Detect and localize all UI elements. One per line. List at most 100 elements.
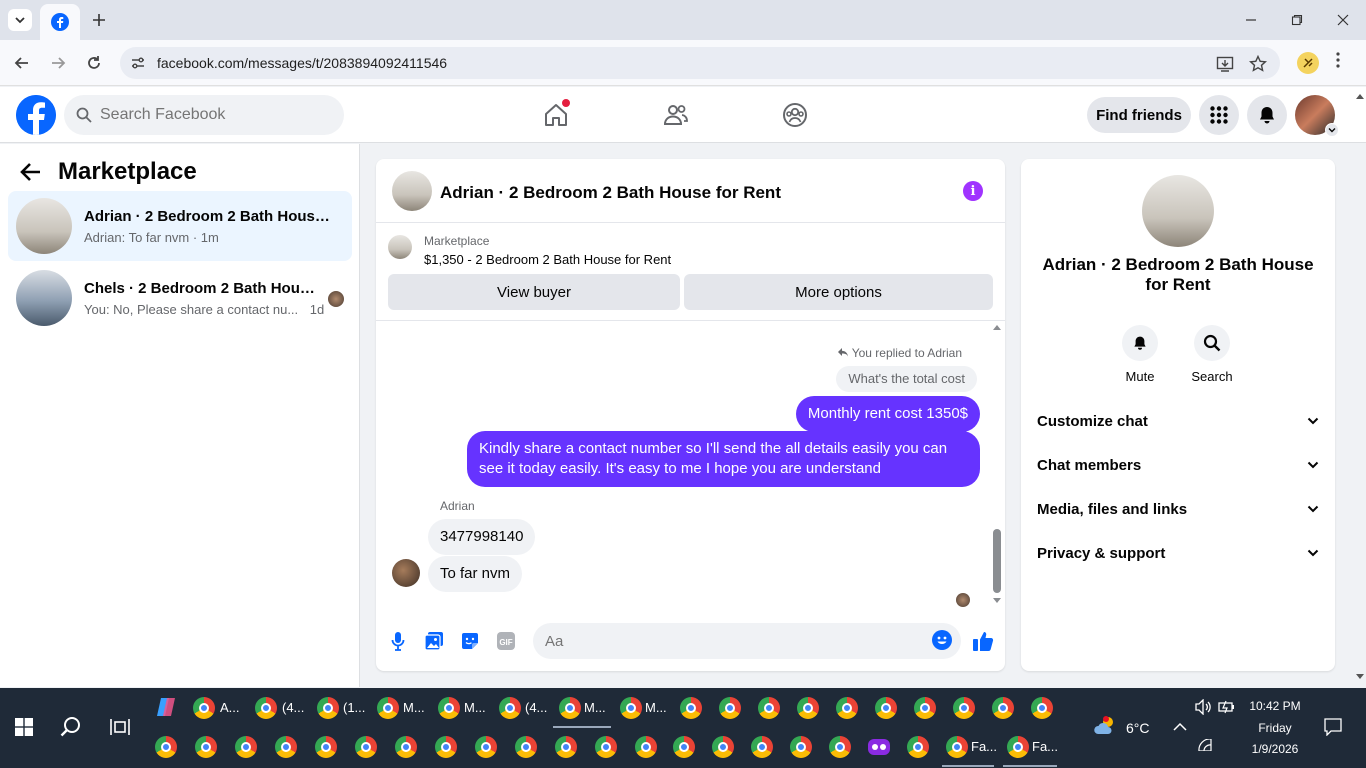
browser-tab-facebook[interactable] [40,4,80,40]
info-icon[interactable]: i [963,181,983,201]
clock-time[interactable]: 10:42 PM [1240,699,1310,713]
chrome-window-icon[interactable] [992,697,1014,719]
chat-listing-thumbnail[interactable] [392,171,432,211]
chrome-window-icon[interactable] [195,736,217,758]
search-in-conversation-button[interactable]: Search [1180,325,1244,384]
install-app-icon[interactable] [1216,55,1234,73]
taskbar-app-label[interactable]: (4... [282,700,304,715]
message-scrollbar[interactable] [991,325,1002,605]
chrome-window-icon[interactable] [438,697,460,719]
volume-icon[interactable] [1195,699,1213,715]
chevron-up-icon[interactable] [1173,722,1187,732]
media-files-links-row[interactable]: Media, files and links [1037,489,1319,529]
battery-icon[interactable] [1218,699,1236,715]
home-nav-button[interactable] [540,99,572,131]
incoming-message[interactable]: To far nvm [428,556,523,592]
chrome-window-icon[interactable] [719,697,741,719]
chrome-window-icon[interactable] [875,697,897,719]
chrome-window-icon[interactable] [620,697,642,719]
notification-center-icon[interactable] [1324,718,1342,736]
friends-nav-button[interactable] [660,99,692,131]
more-options-button[interactable]: More options [684,274,993,310]
chrome-window-icon[interactable] [255,697,277,719]
chrome-window-icon[interactable] [317,697,339,719]
scroll-up-icon[interactable] [992,323,1002,331]
facebook-search-input[interactable] [100,106,320,124]
chrome-window-icon[interactable] [836,697,858,719]
chrome-window-icon[interactable] [395,736,417,758]
chrome-window-icon[interactable] [829,736,851,758]
chrome-window-icon[interactable] [355,736,377,758]
taskbar-app-label[interactable]: Fa... [971,739,997,754]
chrome-window-icon[interactable] [673,736,695,758]
back-button[interactable] [10,51,34,75]
mute-button[interactable]: Mute [1108,325,1172,384]
chat-members-row[interactable]: Chat members [1037,445,1319,485]
chrome-window-icon[interactable] [953,697,975,719]
windows-start-icon[interactable] [15,718,33,736]
weather-icon[interactable] [1094,716,1118,736]
quoted-message[interactable]: What's the total cost [836,366,977,392]
back-arrow-icon[interactable] [20,162,42,182]
conversation-item-adrian[interactable]: Adrian · 2 Bedroom 2 Bath House for Rent… [8,191,352,261]
chrome-window-icon[interactable] [907,736,929,758]
chat-title[interactable]: Adrian · 2 Bedroom 2 Bath House for Rent [440,183,781,203]
weather-temperature[interactable]: 6°C [1126,720,1150,736]
chrome-window-icon[interactable] [680,697,702,719]
menu-grid-button[interactable] [1199,95,1239,135]
chrome-window-icon[interactable] [914,697,936,719]
chrome-window-icon[interactable] [595,736,617,758]
chrome-window-icon-active[interactable] [559,697,581,719]
like-button[interactable] [972,630,994,652]
reload-button[interactable] [82,51,106,75]
mask-app-icon[interactable] [868,737,890,757]
scroll-up-icon[interactable] [1355,92,1365,100]
outgoing-message[interactable]: Kindly share a contact number so I'll se… [467,431,980,487]
chrome-window-icon[interactable] [1031,697,1053,719]
address-bar[interactable]: facebook.com/messages/t/2083894092411546 [120,47,1280,79]
task-view-icon[interactable] [110,718,130,736]
chrome-window-icon[interactable] [377,697,399,719]
scroll-down-icon[interactable] [992,597,1002,605]
taskbar-app-label[interactable]: A... [220,700,240,715]
facebook-logo-icon[interactable] [16,95,56,135]
chrome-window-icon[interactable] [315,736,337,758]
find-friends-button[interactable]: Find friends [1087,97,1191,133]
chrome-window-icon[interactable] [712,736,734,758]
chrome-window-icon[interactable] [751,736,773,758]
conversation-item-chels[interactable]: Chels · 2 Bedroom 2 Bath House for Rent … [8,263,352,333]
sticker-button[interactable] [459,630,481,652]
copilot-icon[interactable] [155,696,177,718]
customize-chat-row[interactable]: Customize chat [1037,401,1319,441]
chrome-window-icon[interactable] [193,697,215,719]
network-icon[interactable] [1198,739,1212,751]
taskbar-search-icon[interactable] [60,716,82,738]
chrome-window-icon[interactable] [758,697,780,719]
close-window-button[interactable] [1333,10,1353,30]
emoji-icon[interactable] [932,630,952,650]
privacy-support-row[interactable]: Privacy & support [1037,533,1319,573]
groups-nav-button[interactable] [779,99,811,131]
url-text[interactable]: facebook.com/messages/t/2083894092411546 [157,55,447,71]
voice-clip-button[interactable] [387,630,409,652]
taskbar-app-label[interactable]: Fa... [1032,739,1058,754]
notifications-button[interactable] [1247,95,1287,135]
taskbar-app-label[interactable]: M... [403,700,425,715]
chrome-window-icon[interactable] [946,736,968,758]
bookmark-star-icon[interactable] [1249,55,1267,73]
facebook-search-box[interactable] [64,95,344,135]
scrollbar-thumb[interactable] [993,529,1001,593]
taskbar-app-label[interactable]: (1... [343,700,365,715]
browser-menu-button[interactable] [1336,52,1340,72]
sender-avatar[interactable] [392,559,420,587]
chrome-window-icon[interactable] [515,736,537,758]
taskbar-app-label[interactable]: M... [584,700,606,715]
site-settings-icon[interactable] [130,55,146,71]
chrome-window-icon[interactable] [790,736,812,758]
chrome-window-icon[interactable] [635,736,657,758]
incoming-message[interactable]: 3477998140 [428,519,536,555]
view-buyer-button[interactable]: View buyer [388,274,680,310]
taskbar-app-label[interactable]: (4... [525,700,547,715]
details-listing-thumbnail[interactable] [1142,175,1214,247]
message-input[interactable] [533,623,961,659]
